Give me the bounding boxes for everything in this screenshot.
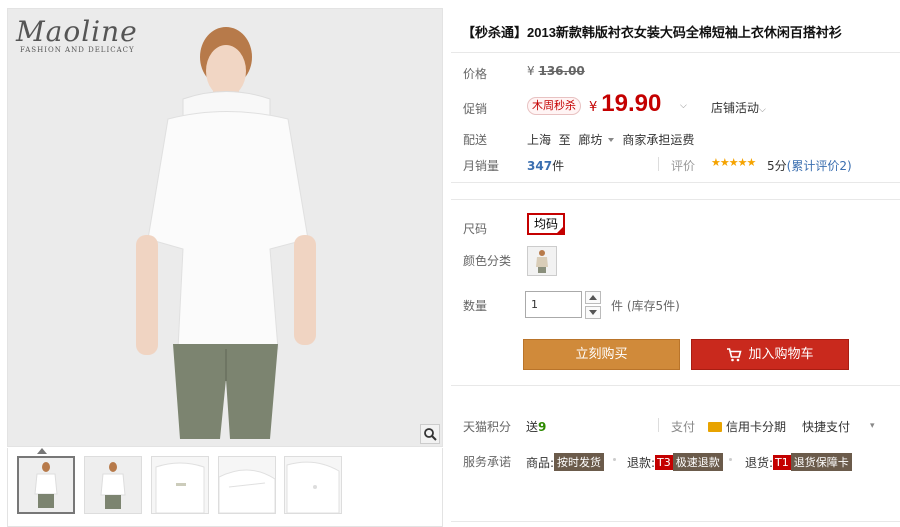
divider (658, 157, 659, 171)
service-goods[interactable]: 商品: 按时发货 (526, 453, 605, 471)
reviews-suffix: ) (846, 159, 852, 173)
original-price: ¥ 136.00 (527, 64, 585, 78)
shop-promo-dropdown[interactable]: 店铺活动⌵ (711, 99, 766, 116)
original-price-currency: ¥ (527, 64, 535, 78)
stock-text: 件 (库存5件) (611, 299, 680, 313)
thumbnail-3[interactable] (151, 456, 209, 514)
refund-tag: 极速退款 (672, 453, 723, 471)
cart-icon (727, 347, 743, 361)
review-count-link[interactable]: (累计评价2) (787, 159, 852, 173)
product-title: 【秒杀通】2013新款韩版衬衣女装大码全棉短袖上衣休闲百搭衬衫 (462, 25, 842, 40)
promo-price-currency: ¥ (589, 100, 598, 115)
chevron-down-icon: ⌵ (759, 105, 766, 115)
ship-to-word: 至 (558, 133, 571, 147)
rating-score: 5分(累计评价2) (767, 157, 852, 174)
quantity-input[interactable] (525, 291, 582, 318)
points-label: 天猫积分 (463, 420, 512, 434)
goods-tag: 按时发货 (554, 453, 605, 471)
sales-label: 月销量 (463, 159, 500, 173)
points-prefix: 送 (526, 420, 539, 434)
size-label: 尺码 (463, 222, 488, 236)
star-rating-icon: ★★★★★ (711, 156, 756, 169)
add-to-cart-label: 加入购物车 (748, 347, 814, 362)
quick-pay[interactable]: 快捷支付 (802, 418, 850, 435)
thumbnail-2[interactable] (84, 456, 142, 514)
divider (451, 521, 900, 522)
thumbnail-1[interactable] (17, 456, 75, 514)
chevron-down-icon[interactable]: ⌵ (680, 101, 687, 111)
credit-installment-label: 信用卡分期 (726, 420, 787, 434)
ship-destination[interactable]: 廊坊 (578, 133, 602, 147)
caret-down-icon[interactable] (608, 138, 615, 142)
service-label: 服务承诺 (463, 455, 512, 469)
shop-promo-label: 店铺活动 (711, 101, 760, 115)
sales-count: 347 (527, 159, 553, 173)
refund-prefix: 退款: (627, 455, 656, 470)
score-value: 5分 (767, 159, 787, 173)
promo-price: ¥19.90 (589, 90, 661, 118)
credit-card-icon (708, 421, 722, 432)
thumbnail-strip (7, 448, 443, 527)
quantity-label: 数量 (463, 299, 488, 313)
reviews-count: 2 (839, 159, 847, 173)
qty-increase-icon[interactable] (585, 291, 601, 304)
payment-label: 支付 (671, 420, 696, 434)
return-tag: 退货保障卡 (790, 453, 852, 471)
bullet-separator (613, 458, 616, 461)
points-value: 送9 (526, 418, 546, 435)
sales-unit: 件 (552, 159, 565, 173)
shipping-fee: 商家承担运费 (622, 133, 695, 147)
bullet-separator (729, 458, 732, 461)
chevron-down-icon[interactable]: ▾ (870, 421, 875, 431)
buy-now-button[interactable]: 立刻购买 (523, 339, 680, 370)
monthly-sales: 347件 (527, 157, 564, 174)
brand-logo: Maoline FASHION AND DELICACY (16, 15, 138, 54)
color-label: 颜色分类 (463, 254, 512, 268)
shipping-route: 上海 至 廊坊 商家承担运费 (527, 131, 694, 148)
qty-decrease-icon[interactable] (585, 306, 601, 319)
thumbnail-5[interactable] (284, 456, 342, 514)
ship-from: 上海 (527, 133, 552, 147)
add-to-cart-button[interactable]: 加入购物车 (691, 339, 849, 370)
shipping-label: 配送 (463, 133, 488, 147)
service-refund[interactable]: 退款: T3 极速退款 (627, 453, 723, 471)
promo-badge: 木周秒杀 (527, 97, 581, 115)
brand-name: Maoline (16, 15, 138, 48)
return-prefix: 退货: (745, 455, 774, 470)
model-figure (8, 9, 442, 446)
original-price-value: 136.00 (538, 64, 585, 78)
selected-check-icon (556, 226, 564, 234)
credit-installment[interactable]: 信用卡分期 (708, 418, 786, 435)
color-option[interactable] (527, 246, 557, 276)
return-id: T1 (773, 454, 791, 470)
points-amount: 9 (538, 420, 547, 434)
brand-tagline: FASHION AND DELICACY (20, 46, 135, 54)
divider (658, 418, 659, 432)
rating-label: 评价 (671, 159, 696, 173)
promo-label: 促销 (463, 102, 488, 116)
price-label: 价格 (463, 67, 488, 81)
promo-price-value: 19.90 (601, 90, 662, 117)
refund-id: T3 (655, 454, 673, 470)
main-product-image[interactable]: Maoline FASHION AND DELICACY (7, 8, 443, 447)
goods-prefix: 商品: (526, 455, 555, 470)
reviews-prefix: (累计评价 (786, 159, 840, 173)
thumbnail-4[interactable] (218, 456, 276, 514)
zoom-icon[interactable] (420, 424, 440, 444)
service-return[interactable]: 退货: T1 退货保障卡 (745, 453, 852, 471)
